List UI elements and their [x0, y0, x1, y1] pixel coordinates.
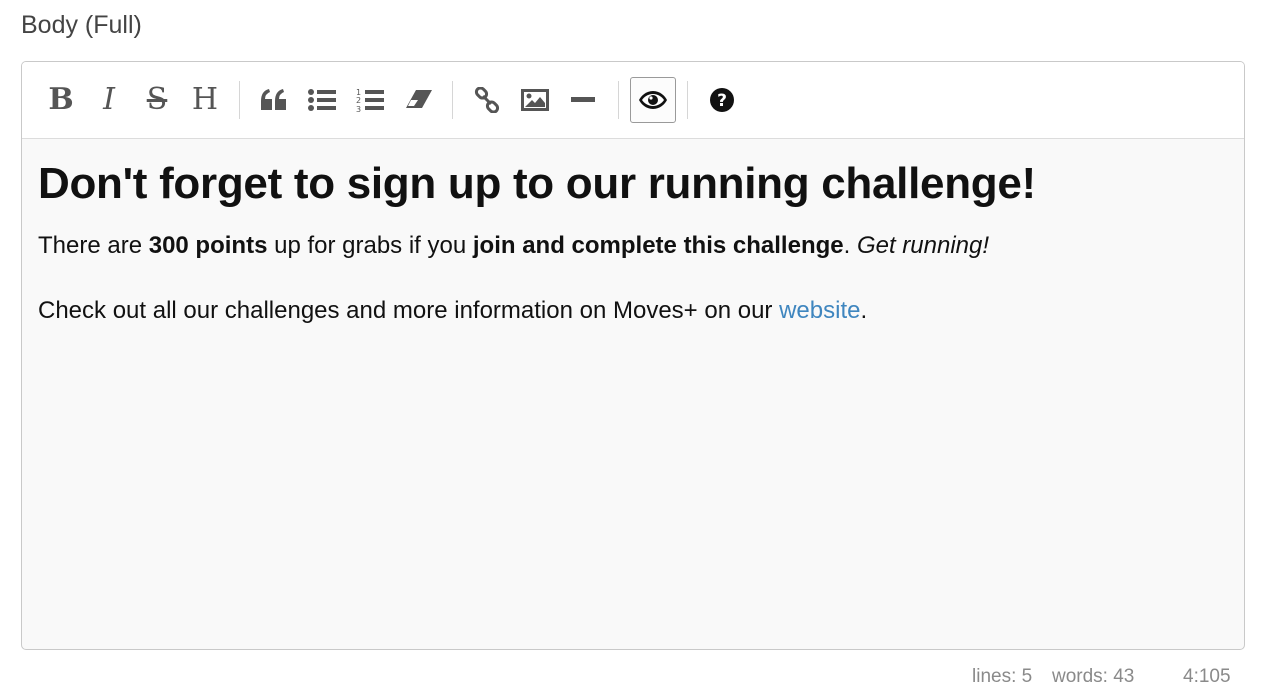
bold-button[interactable]: B [38, 77, 84, 123]
svg-text:?: ? [717, 91, 727, 111]
link-icon [474, 87, 500, 113]
quote-button[interactable] [251, 77, 297, 123]
image-icon [521, 89, 549, 111]
word-count: words: 43 [1052, 666, 1135, 687]
text-segment: . [860, 297, 868, 324]
text-segment: . [843, 232, 857, 259]
eraser-icon [406, 90, 432, 108]
link-button[interactable] [464, 77, 510, 123]
text-segment: There are [38, 232, 149, 259]
heading-button[interactable]: H [182, 77, 228, 123]
ordered-list-button[interactable]: 1 2 3 [347, 77, 393, 123]
bold-text: 300 points [148, 232, 268, 259]
strikethrough-button[interactable]: S [134, 77, 180, 123]
preview-content: Don't forget to sign up to our running c… [38, 140, 1228, 649]
horizontal-rule-button[interactable] [560, 77, 606, 123]
content-heading: Don't forget to sign up to our running c… [38, 159, 1036, 208]
italic-text: Get running! [856, 232, 990, 259]
guide-button[interactable]: ? [699, 77, 745, 123]
cursor-position: 4:105 [1183, 666, 1231, 687]
line-count: lines: 5 [972, 666, 1033, 687]
toolbar-separator [452, 81, 453, 119]
strikethrough-icon: S [146, 82, 168, 117]
bold-icon: B [48, 82, 74, 117]
minus-icon [571, 97, 595, 102]
toolbar-separator [687, 81, 688, 119]
website-link[interactable]: website [779, 297, 860, 324]
toolbar-separator [618, 81, 619, 119]
preview-button[interactable] [630, 77, 676, 123]
content-paragraph: There are 300 points up for grabs if you… [38, 231, 1228, 261]
field-label: Body (Full) [21, 11, 142, 39]
bold-text: join and complete this challenge [472, 232, 844, 259]
text-segment: up for grabs if you [267, 232, 473, 259]
text-segment: Check out all our challenges and more in… [38, 297, 780, 324]
clean-block-button[interactable] [395, 77, 441, 123]
heading-icon: H [191, 82, 219, 117]
eye-icon [639, 91, 667, 109]
question-circle-icon: ? [710, 88, 734, 112]
italic-button[interactable]: I [86, 77, 132, 123]
image-button[interactable] [512, 77, 558, 123]
numbered-list-icon: 1 2 3 [356, 88, 384, 113]
unordered-list-button[interactable] [299, 77, 345, 123]
italic-icon: I [103, 82, 115, 117]
bulleted-list-icon [308, 89, 336, 111]
markdown-editor: B I S H 1 2 3 ? Don't forget to sign up … [21, 61, 1245, 650]
editor-toolbar: B I S H 1 2 3 ? [22, 62, 1244, 139]
svg-text:2: 2 [356, 96, 361, 105]
content-paragraph: Check out all our challenges and more in… [38, 296, 1228, 326]
quote-icon [261, 89, 286, 110]
svg-text:3: 3 [356, 105, 361, 113]
toolbar-separator [239, 81, 240, 119]
